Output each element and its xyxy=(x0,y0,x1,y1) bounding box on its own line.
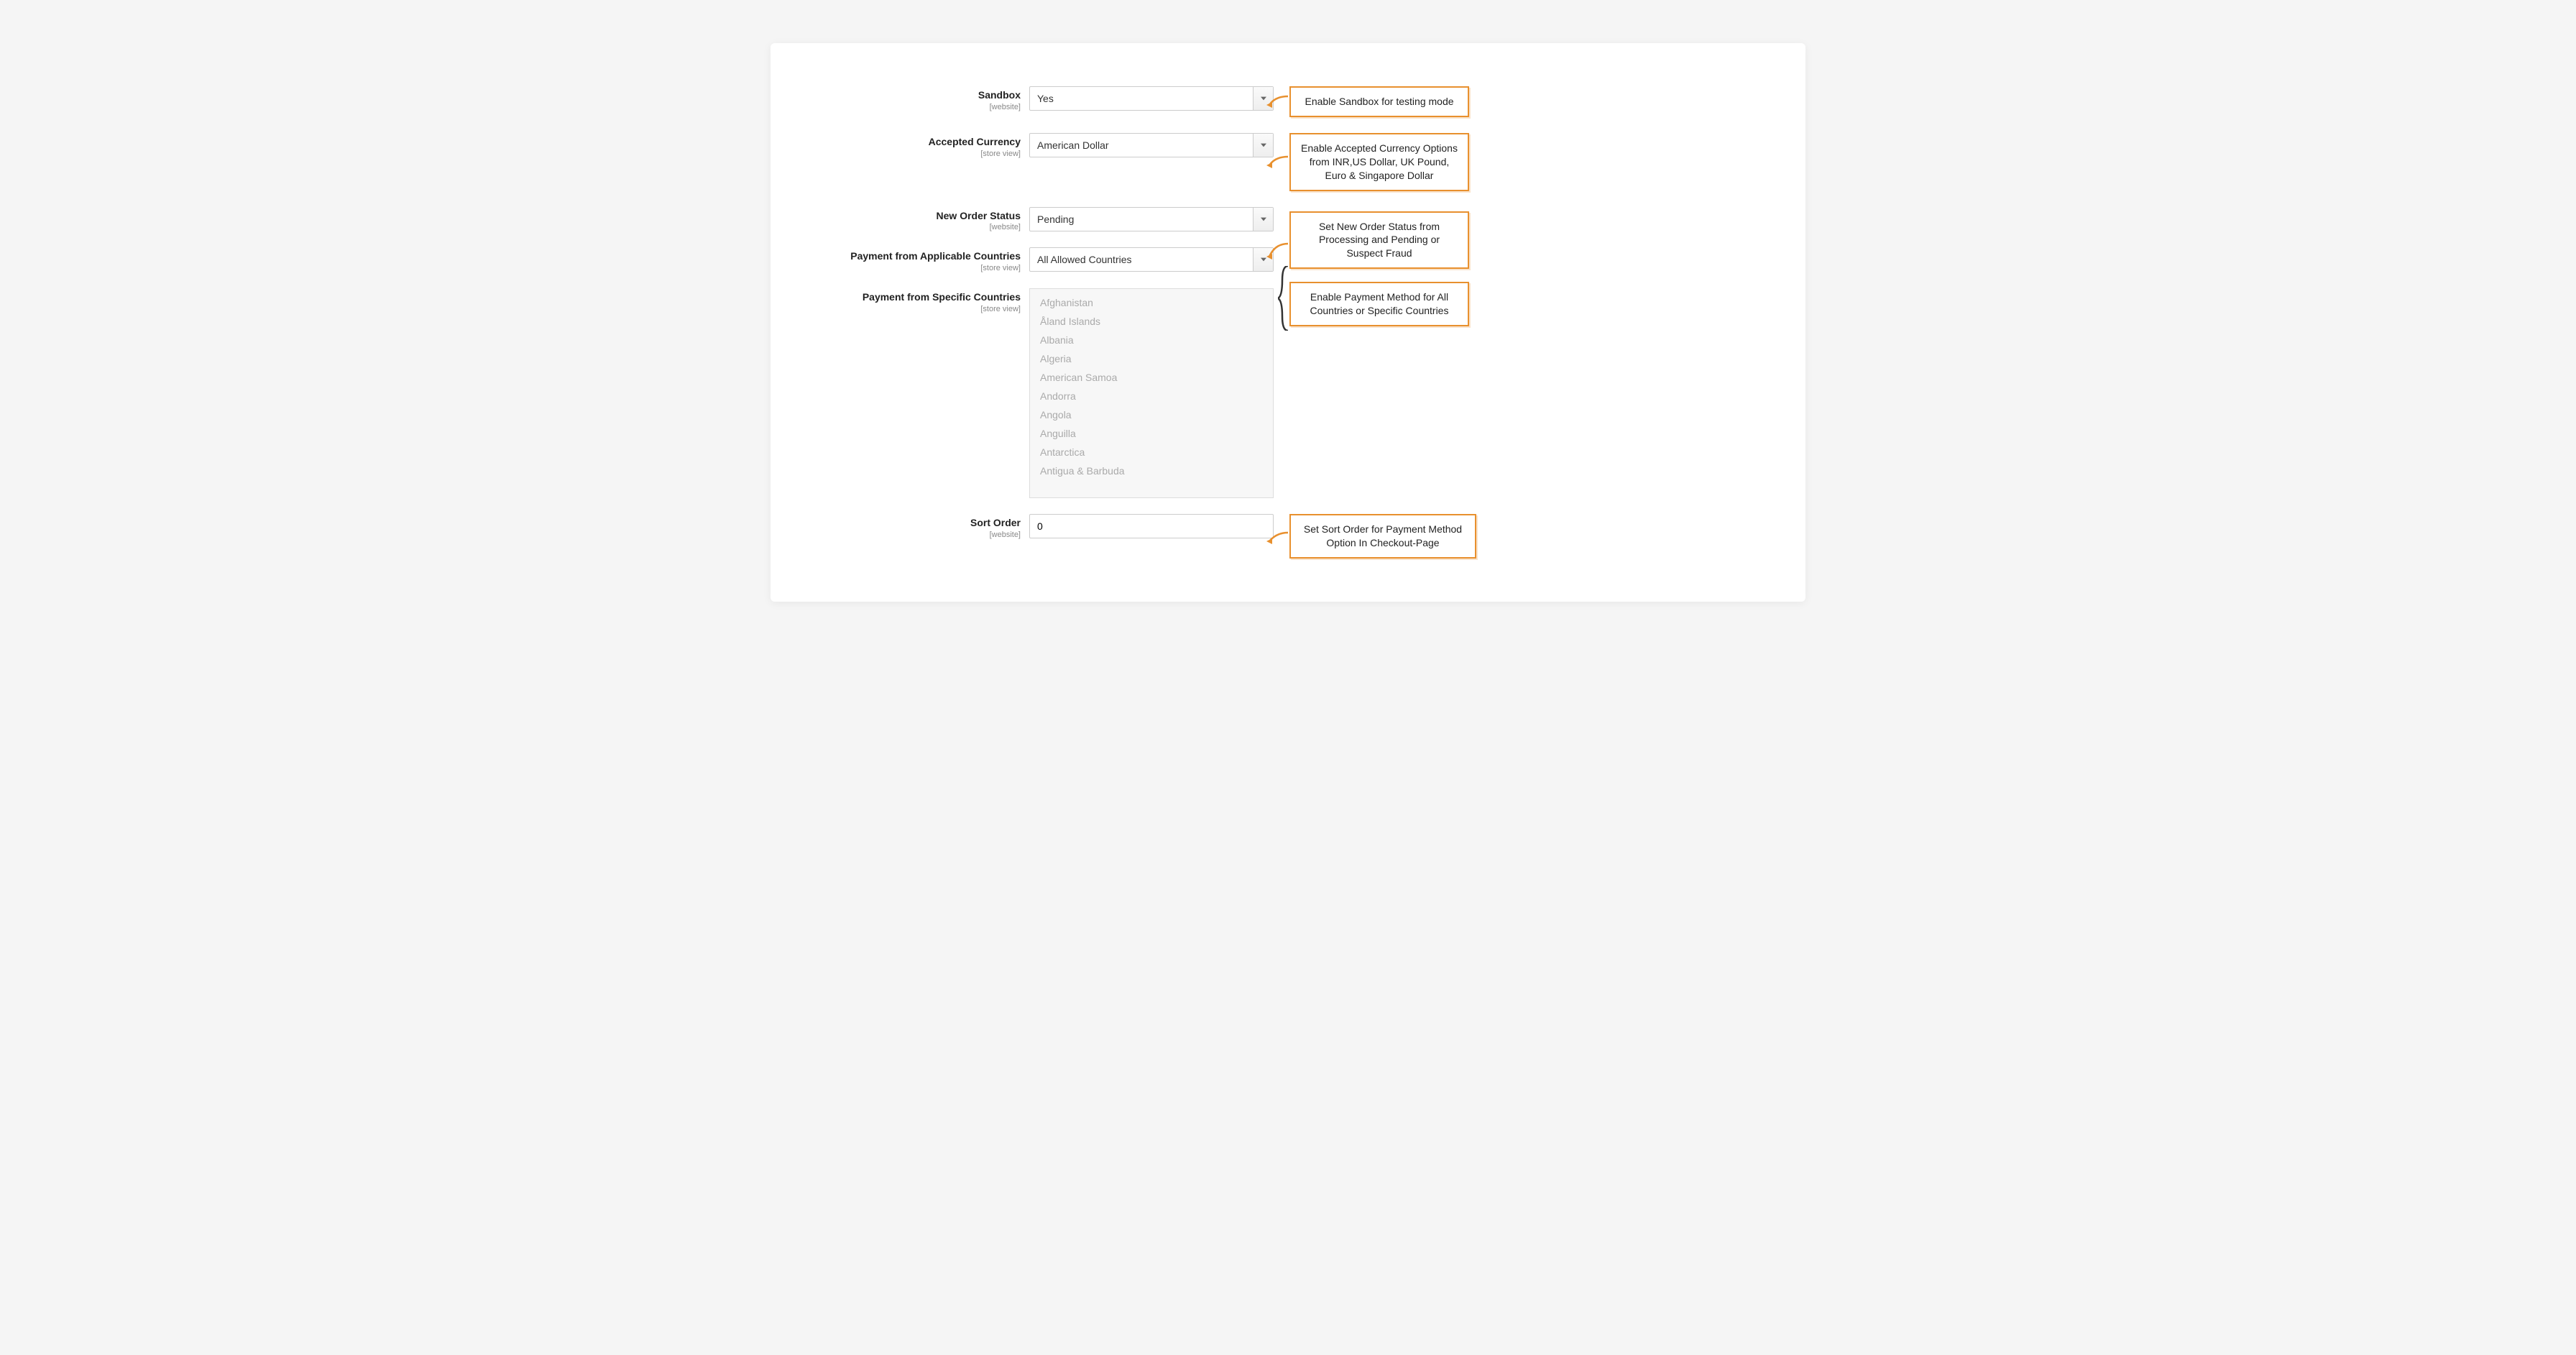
chevron-down-icon xyxy=(1253,208,1273,231)
list-item[interactable]: Anguilla xyxy=(1030,424,1273,443)
listbox-specific-countries[interactable]: Afghanistan Åland Islands Albania Algeri… xyxy=(1029,288,1274,498)
row-sort-order: Sort Order [website] Set Sort Order for … xyxy=(814,514,1741,559)
label-applicable-countries: Payment from Applicable Countries [store… xyxy=(814,247,1029,272)
label-order-status: New Order Status [website] xyxy=(814,207,1029,232)
list-item[interactable]: Andorra xyxy=(1030,387,1273,405)
input-sort-order[interactable] xyxy=(1029,514,1274,538)
select-value-sandbox: Yes xyxy=(1030,93,1253,104)
callout-countries: Enable Payment Method for All Countries … xyxy=(1289,282,1469,326)
label-scope-sort-order: [website] xyxy=(814,530,1021,539)
chevron-down-icon xyxy=(1253,134,1273,157)
select-currency[interactable]: American Dollar xyxy=(1029,133,1274,157)
callout-sandbox: Enable Sandbox for testing mode xyxy=(1289,86,1469,117)
select-value-applicable-countries: All Allowed Countries xyxy=(1030,254,1253,265)
label-scope-currency: [store view] xyxy=(814,150,1021,158)
label-text-sort-order: Sort Order xyxy=(814,517,1021,529)
list-item[interactable]: Antigua & Barbuda xyxy=(1030,461,1273,480)
chevron-down-icon xyxy=(1253,248,1273,271)
row-currency: Accepted Currency [store view] American … xyxy=(814,133,1741,191)
select-applicable-countries[interactable]: All Allowed Countries xyxy=(1029,247,1274,272)
row-specific-countries: Payment from Specific Countries [store v… xyxy=(814,288,1274,498)
list-item[interactable]: Albania xyxy=(1030,331,1273,349)
select-order-status[interactable]: Pending xyxy=(1029,207,1274,231)
list-item[interactable]: Åland Islands xyxy=(1030,312,1273,331)
list-item[interactable]: Angola xyxy=(1030,405,1273,424)
row-sandbox: Sandbox [website] Yes Enable Sandbox for… xyxy=(814,86,1741,117)
label-scope-specific-countries: [store view] xyxy=(814,305,1021,313)
callout-order-status: Set New Order Status from Processing and… xyxy=(1289,211,1469,270)
label-text-applicable-countries: Payment from Applicable Countries xyxy=(814,250,1021,262)
label-text-currency: Accepted Currency xyxy=(814,136,1021,148)
list-item[interactable]: Antarctica xyxy=(1030,443,1273,461)
label-text-sandbox: Sandbox xyxy=(814,89,1021,101)
label-sandbox: Sandbox [website] xyxy=(814,86,1029,111)
row-order-status: New Order Status [website] Pending xyxy=(814,207,1274,232)
list-item[interactable]: American Samoa xyxy=(1030,368,1273,387)
label-text-order-status: New Order Status xyxy=(814,210,1021,222)
select-value-order-status: Pending xyxy=(1030,213,1253,225)
label-scope-sandbox: [website] xyxy=(814,103,1021,111)
config-card: Sandbox [website] Yes Enable Sandbox for… xyxy=(770,43,1806,602)
label-scope-applicable-countries: [store view] xyxy=(814,264,1021,272)
select-sandbox[interactable]: Yes xyxy=(1029,86,1274,111)
label-sort-order: Sort Order [website] xyxy=(814,514,1029,539)
row-applicable-countries: Payment from Applicable Countries [store… xyxy=(814,247,1274,272)
label-specific-countries: Payment from Specific Countries [store v… xyxy=(814,288,1029,313)
callout-currency: Enable Accepted Currency Options from IN… xyxy=(1289,133,1469,191)
label-text-specific-countries: Payment from Specific Countries xyxy=(814,291,1021,303)
callout-sort-order: Set Sort Order for Payment Method Option… xyxy=(1289,514,1476,559)
brace-icon xyxy=(1278,266,1289,331)
label-currency: Accepted Currency [store view] xyxy=(814,133,1029,158)
label-scope-order-status: [website] xyxy=(814,223,1021,231)
chevron-down-icon xyxy=(1253,87,1273,110)
row-group-status-countries: New Order Status [website] Pending Payme… xyxy=(814,207,1741,515)
select-value-currency: American Dollar xyxy=(1030,139,1253,151)
list-item[interactable]: Afghanistan xyxy=(1030,293,1273,312)
list-item[interactable]: Algeria xyxy=(1030,349,1273,368)
